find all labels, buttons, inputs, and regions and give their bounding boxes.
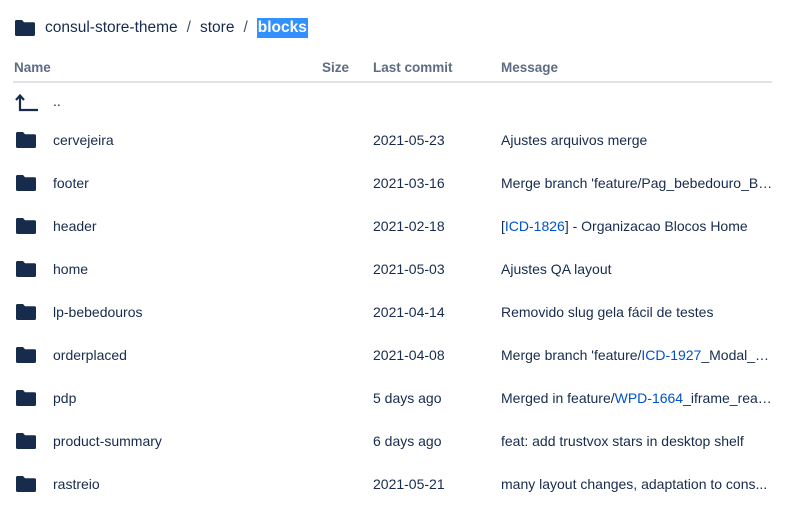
folder-icon [15,346,37,364]
table-row[interactable]: lp-bebedouros 2021-04-14 Removido slug gel… [13,291,772,334]
last-commit-date: 2021-05-21 [373,476,445,492]
folder-name-link[interactable]: product-summary [53,433,162,449]
column-header-message[interactable]: Message [501,60,558,75]
table-row[interactable]: orderplaced 2021-04-08 Merge branch 'featu… [13,334,773,377]
commit-message-text: Merged in feature/ [501,390,615,406]
parent-directory-link[interactable]: .. [53,93,61,109]
table-row[interactable]: product-summary 6 days ago feat: add trust… [13,420,772,463]
breadcrumb-separator: / [186,19,191,36]
table-row[interactable]: header 2021-02-18 [ICD-1826] - Organizacao… [13,205,772,248]
commit-message: Merged in feature/WPD-1664_iframe_reali.… [501,390,773,406]
folder-icon [15,131,37,149]
last-commit-date: 2021-04-08 [373,347,445,363]
folder-name-link[interactable]: home [53,261,88,277]
folder-icon [15,217,37,235]
last-commit-date: 2021-04-14 [373,304,445,320]
commit-message: [ICD-1826] - Organizacao Blocos Home [501,218,773,234]
issue-link[interactable]: ICD-1927 [641,347,701,363]
commit-message: Merge branch 'feature/ICD-1927_Modal_C..… [501,347,773,363]
breadcrumb: consul-store-theme / store / blocks [14,14,308,42]
folder-icon [15,475,37,493]
table-row[interactable]: cervejeira 2021-05-23 Ajustes arquivos mer… [13,119,772,162]
commit-message: feat: add trustvox stars in desktop shel… [501,433,773,449]
commit-message: Ajustes QA layout [501,261,773,277]
folder-name-link[interactable]: pdp [53,390,76,406]
commit-message-text: Merge branch 'feature/ [501,347,642,363]
last-commit-date: 2021-02-18 [373,218,445,234]
commit-message: many layout changes, adaptation to cons.… [501,476,773,492]
commit-message-text: feat: add trustvox stars in desktop shel… [501,433,744,449]
column-header-name[interactable]: Name [14,60,51,75]
breadcrumb-store-link[interactable]: store [200,19,234,37]
commit-message-text: _Modal_C... [701,347,773,363]
folder-icon [15,432,37,450]
breadcrumb-current: blocks [256,18,308,38]
commit-message-text: Merge branch 'feature/Pag_bebedouro_Ba..… [501,175,773,191]
last-commit-date: 2021-03-16 [373,175,445,191]
folder-icon [15,303,37,321]
issue-link[interactable]: WPD-1664 [615,390,683,406]
folder-name-link[interactable]: orderplaced [53,347,127,363]
commit-message-text: _iframe_reali... [683,390,773,406]
last-commit-date: 2021-05-03 [373,261,445,277]
commit-message: Ajustes arquivos merge [501,132,773,148]
commit-message: Merge branch 'feature/Pag_bebedouro_Ba..… [501,175,773,191]
folder-name-link[interactable]: cervejeira [53,132,114,148]
folder-icon [14,19,36,37]
breadcrumb-repo-link[interactable]: consul-store-theme [45,19,178,37]
table-body: cervejeira 2021-05-23 Ajustes arquivos mer… [13,119,773,506]
parent-directory-row[interactable]: .. [13,83,772,119]
column-header-last-commit[interactable]: Last commit [373,60,453,75]
folder-name-link[interactable]: footer [53,175,89,191]
last-commit-date: 6 days ago [373,433,442,449]
last-commit-date: 5 days ago [373,390,442,406]
file-table: Name Size Last commit Message .. cerveje… [13,56,773,506]
table-header: Name Size Last commit Message [13,56,772,83]
folder-name-link[interactable]: rastreio [53,476,100,492]
folder-icon [15,174,37,192]
commit-message: Removido slug gela fácil de testes [501,304,773,320]
folder-name-link[interactable]: lp-bebedouros [53,304,143,320]
commit-message-text: Ajustes QA layout [501,261,612,277]
folder-icon [15,389,37,407]
table-row[interactable]: rastreio 2021-05-21 many layout changes, a… [13,463,772,506]
commit-message-text: many layout changes, adaptation to cons.… [501,476,768,492]
commit-message-text: Ajustes arquivos merge [501,132,648,148]
folder-name-link[interactable]: header [53,218,97,234]
commit-message-text: Removido slug gela fácil de testes [501,304,714,320]
file-browser: consul-store-theme / store / blocks Name… [0,0,791,508]
arrow-up-left-icon [15,93,39,113]
table-row[interactable]: home 2021-05-03 Ajustes QA layout [13,248,772,291]
table-row[interactable]: footer 2021-03-16 Merge branch 'feature/Pa… [13,162,773,205]
column-header-size[interactable]: Size [322,60,349,75]
folder-icon [15,260,37,278]
last-commit-date: 2021-05-23 [373,132,445,148]
table-row[interactable]: pdp 5 days ago Merged in feature/WPD-1664_… [13,377,773,420]
issue-link[interactable]: ICD-1826 [505,218,565,234]
commit-message-text: ] - Organizacao Blocos Home [564,218,748,234]
breadcrumb-separator: / [243,19,248,36]
